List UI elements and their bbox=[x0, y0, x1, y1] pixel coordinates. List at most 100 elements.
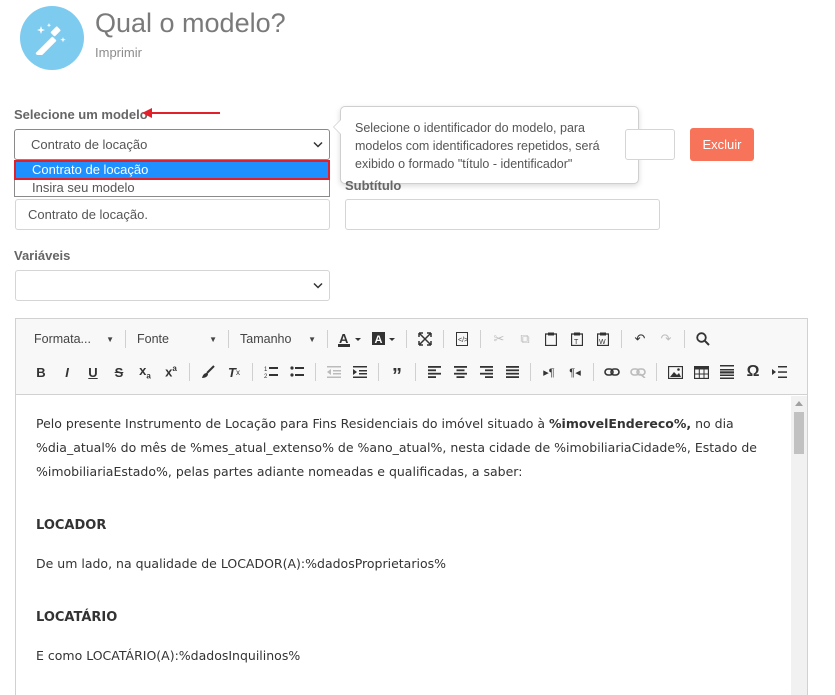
toolbar-separator bbox=[228, 330, 229, 348]
italic-icon[interactable]: I bbox=[54, 360, 80, 384]
indent-icon[interactable] bbox=[347, 360, 373, 384]
toolbar-separator bbox=[189, 363, 190, 381]
tooltip-text: Selecione o identificador do modelo, par… bbox=[355, 121, 600, 171]
svg-text:T: T bbox=[574, 339, 579, 346]
model-dropdown-list: Contrato de locação Insira seu modelo bbox=[14, 160, 330, 197]
paste-icon[interactable] bbox=[538, 327, 564, 351]
model-option-insira[interactable]: Insira seu modelo bbox=[15, 179, 329, 196]
title-input-value: Contrato de locação. bbox=[28, 207, 148, 222]
table-icon[interactable] bbox=[688, 360, 714, 384]
cut-icon[interactable]: ✂ bbox=[486, 327, 512, 351]
format-dropdown[interactable]: Formata... ▼ bbox=[28, 327, 120, 351]
editor-toolbar: Formata... ▼ Fonte ▼ Tamanho ▼ A A </> ✂ ⧉ … bbox=[16, 319, 807, 395]
source-code-icon[interactable]: </> bbox=[449, 327, 475, 351]
model-select[interactable]: Contrato de locação bbox=[14, 129, 330, 160]
horizontal-rule-icon[interactable] bbox=[714, 360, 740, 384]
editor-heading-locador: LOCADOR bbox=[36, 518, 107, 533]
image-icon[interactable] bbox=[662, 360, 688, 384]
editor-content[interactable]: Pelo presente Instrumento de Locação par… bbox=[16, 396, 792, 695]
subtitle-label: Subtítulo bbox=[345, 178, 402, 193]
toolbar-separator bbox=[621, 330, 622, 348]
subscript-icon[interactable]: xa bbox=[132, 360, 158, 384]
model-label: Selecione um modelo bbox=[14, 107, 148, 122]
identifier-input[interactable] bbox=[625, 129, 675, 160]
special-char-icon[interactable]: Ω bbox=[740, 360, 766, 384]
svg-text:1: 1 bbox=[264, 367, 268, 373]
blockquote-icon[interactable]: ” bbox=[384, 360, 410, 386]
variables-select[interactable] bbox=[15, 270, 330, 301]
size-dropdown[interactable]: Tamanho ▼ bbox=[234, 327, 322, 351]
redo-icon[interactable]: ↷ bbox=[653, 327, 679, 351]
maximize-icon[interactable] bbox=[412, 327, 438, 351]
caret-down-icon: ▼ bbox=[209, 334, 217, 344]
superscript-icon[interactable]: xa bbox=[158, 360, 184, 384]
rich-text-editor: Formata... ▼ Fonte ▼ Tamanho ▼ A A </> ✂ ⧉ … bbox=[15, 318, 808, 695]
search-icon[interactable] bbox=[690, 327, 716, 351]
scroll-up-arrow-icon[interactable] bbox=[795, 401, 803, 406]
toolbar-separator bbox=[480, 330, 481, 348]
toolbar-separator bbox=[593, 363, 594, 381]
editor-paragraph: Pelo presente Instrumento de Locação par… bbox=[36, 416, 757, 479]
clear-format-icon[interactable]: Tx bbox=[221, 360, 247, 384]
copy-icon[interactable]: ⧉ bbox=[512, 327, 538, 351]
svg-text:A: A bbox=[375, 334, 383, 346]
brush-icon[interactable] bbox=[195, 360, 221, 384]
ltr-icon[interactable]: ▸¶ bbox=[536, 360, 562, 384]
underline-icon[interactable]: U bbox=[80, 360, 106, 384]
page-subtitle: Imprimir bbox=[95, 45, 142, 60]
model-select-value: Contrato de locação bbox=[31, 137, 148, 152]
bold-icon[interactable]: B bbox=[28, 360, 54, 384]
model-option-contrato[interactable]: Contrato de locação bbox=[14, 160, 330, 180]
editor-paragraph: E como LOCATÁRIO(A):%dadosInquilinos% bbox=[36, 648, 301, 663]
paste-text-icon[interactable]: T bbox=[564, 327, 590, 351]
align-center-icon[interactable] bbox=[447, 360, 473, 384]
toolbar-separator bbox=[327, 330, 328, 348]
text-color-icon[interactable]: A bbox=[333, 327, 367, 351]
toolbar-separator bbox=[406, 330, 407, 348]
align-left-icon[interactable] bbox=[421, 360, 447, 384]
toolbar-separator bbox=[315, 363, 316, 381]
outdent-icon[interactable] bbox=[321, 360, 347, 384]
editor-paragraph: De um lado, na qualidade de LOCADOR(A):%… bbox=[36, 556, 446, 571]
align-right-icon[interactable] bbox=[473, 360, 499, 384]
toolbar-separator bbox=[125, 330, 126, 348]
numbered-list-icon[interactable]: 12 bbox=[258, 360, 284, 384]
scroll-thumb[interactable] bbox=[794, 412, 804, 454]
undo-icon[interactable]: ↶ bbox=[627, 327, 653, 351]
toolbar-separator bbox=[656, 363, 657, 381]
title-input[interactable]: Contrato de locação. bbox=[15, 199, 330, 230]
strikethrough-icon[interactable]: S bbox=[106, 360, 132, 384]
variables-label: Variáveis bbox=[14, 248, 71, 263]
annotation-arrow-icon bbox=[142, 108, 220, 118]
toolbar-separator bbox=[252, 363, 253, 381]
magic-wand-icon bbox=[20, 6, 84, 70]
subtitle-input[interactable] bbox=[345, 199, 660, 230]
toolbar-separator bbox=[378, 363, 379, 381]
chevron-down-icon bbox=[313, 282, 323, 289]
editor-scrollbar[interactable] bbox=[791, 396, 807, 695]
svg-text:</>: </> bbox=[458, 337, 468, 344]
help-tooltip: Selecione o identificador do modelo, par… bbox=[333, 106, 639, 184]
chevron-down-icon bbox=[313, 141, 323, 148]
page-title: Qual o modelo? bbox=[95, 8, 286, 38]
paste-word-icon[interactable]: W bbox=[590, 327, 616, 351]
justify-icon[interactable] bbox=[499, 360, 525, 384]
editor-heading-locatario: LOCATÁRIO bbox=[36, 610, 118, 625]
svg-text:2: 2 bbox=[264, 374, 268, 379]
delete-button[interactable]: Excluir bbox=[690, 128, 754, 161]
caret-down-icon: ▼ bbox=[308, 334, 316, 344]
page-break-icon[interactable] bbox=[766, 360, 792, 384]
toolbar-separator bbox=[530, 363, 531, 381]
caret-down-icon: ▼ bbox=[106, 334, 114, 344]
toolbar-separator bbox=[415, 363, 416, 381]
link-icon[interactable] bbox=[599, 360, 625, 384]
font-dropdown[interactable]: Fonte ▼ bbox=[131, 327, 223, 351]
svg-text:W: W bbox=[599, 339, 606, 346]
bullet-list-icon[interactable] bbox=[284, 360, 310, 384]
toolbar-separator bbox=[443, 330, 444, 348]
rtl-icon[interactable]: ¶◂ bbox=[562, 360, 588, 384]
background-color-icon[interactable]: A bbox=[367, 327, 401, 351]
toolbar-separator bbox=[684, 330, 685, 348]
unlink-icon[interactable] bbox=[625, 360, 651, 384]
svg-text:A: A bbox=[339, 331, 349, 346]
